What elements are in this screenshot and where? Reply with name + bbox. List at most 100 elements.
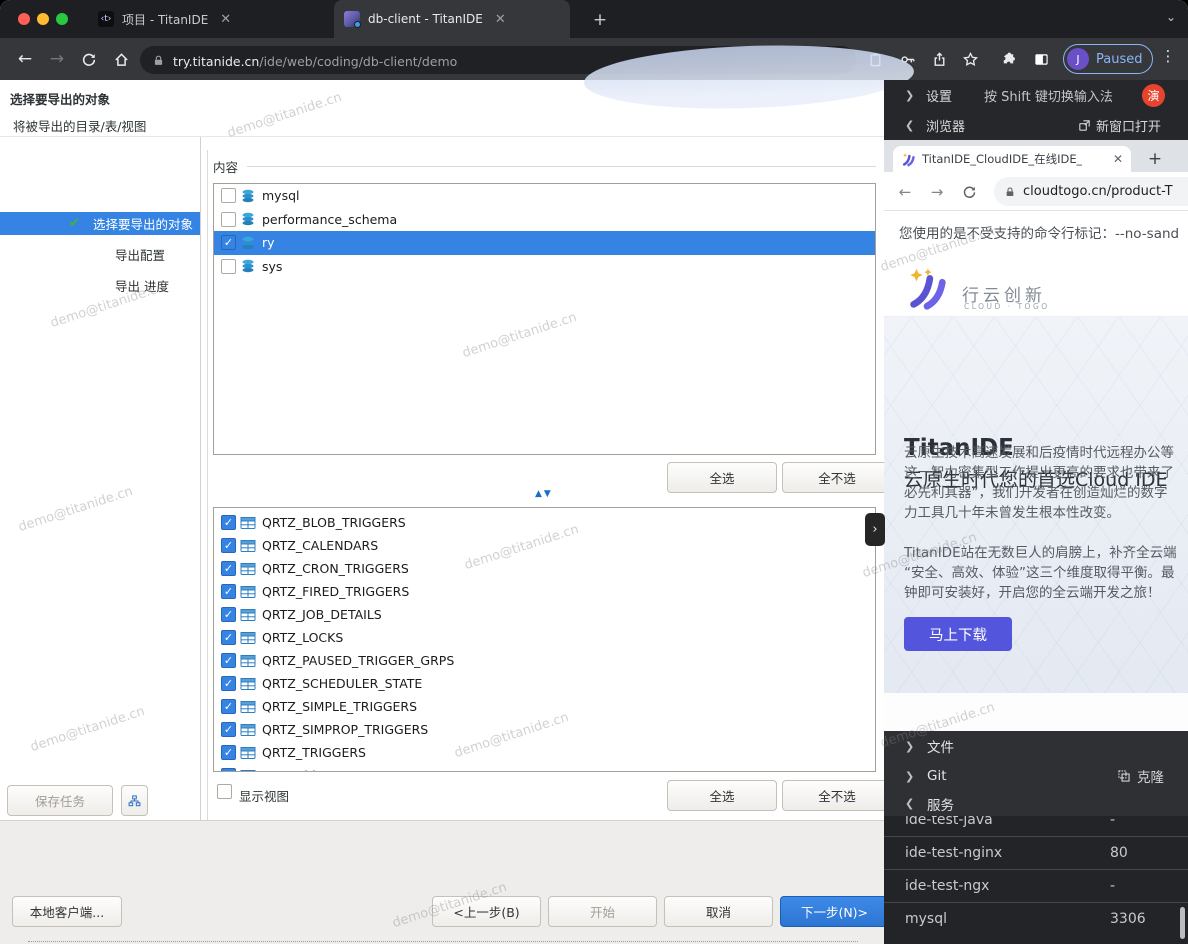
reload-icon[interactable] — [956, 172, 982, 211]
profile-paused-badge[interactable]: J Paused — [1063, 44, 1153, 74]
select-none-button-bottom[interactable]: 全不选 — [782, 780, 892, 811]
table-checkbox[interactable] — [221, 607, 236, 622]
database-checkbox[interactable] — [221, 212, 236, 227]
sort-arrows-icon[interactable]: ▲▼ — [535, 489, 553, 499]
table-checkbox[interactable] — [221, 699, 236, 714]
table-row[interactable]: QRTZ_SIMPROP_TRIGGERS — [214, 718, 875, 741]
demo-badge[interactable]: 演 — [1142, 84, 1165, 107]
table-checkbox[interactable] — [221, 561, 236, 576]
table-icon — [240, 768, 256, 773]
close-window-button[interactable] — [18, 13, 30, 25]
table-row[interactable]: QRTZ_FIRED_TRIGGERS — [214, 580, 875, 603]
forward-icon[interactable]: → — [924, 172, 950, 211]
browser-menu-icon[interactable]: ⋮ — [1160, 47, 1176, 65]
tab-db-client[interactable]: db-client - TitanIDE ✕ — [334, 0, 570, 38]
panel-expander-handle[interactable]: › — [865, 513, 885, 546]
service-row[interactable]: ide-test-ngx - — [884, 869, 1188, 902]
preview-new-tab-button[interactable]: + — [1142, 146, 1168, 172]
close-icon[interactable]: ✕ — [1113, 152, 1123, 166]
paragraph-line: 钟即可安装好，开启您的全云端开发之旅！ — [904, 581, 1161, 601]
preview-tab-strip: TitanIDE_CloudIDE_在线IDE_ ✕ + — [884, 140, 1188, 172]
wizard-step[interactable]: ✔ 导出配置 — [0, 243, 200, 266]
table-checkbox[interactable] — [221, 745, 236, 760]
home-icon[interactable] — [106, 38, 136, 80]
database-icon — [240, 235, 256, 251]
close-icon[interactable]: ✕ — [495, 12, 506, 27]
download-button[interactable]: 马上下载 — [904, 617, 1012, 651]
table-row[interactable]: QRTZ_SCHEDULER_STATE — [214, 672, 875, 695]
table-checkbox[interactable] — [221, 515, 236, 530]
database-row[interactable]: ry — [214, 231, 875, 255]
maximize-window-button[interactable] — [56, 13, 68, 25]
scrollbar-thumb[interactable] — [1180, 907, 1185, 939]
database-row[interactable]: performance_schema — [214, 208, 875, 232]
table-row[interactable]: gen_table — [214, 764, 875, 772]
table-checkbox[interactable] — [221, 538, 236, 553]
preview-tab[interactable]: TitanIDE_CloudIDE_在线IDE_ ✕ — [893, 146, 1131, 172]
git-section-row[interactable]: ❯ Git 克隆 — [884, 761, 1188, 791]
table-row[interactable]: QRTZ_JOB_DETAILS — [214, 603, 875, 626]
table-row[interactable]: QRTZ_LOCKS — [214, 626, 875, 649]
table-checkbox[interactable] — [221, 584, 236, 599]
back-icon[interactable]: ← — [892, 172, 918, 211]
tab-search-chevron-icon[interactable]: ⌄ — [1166, 10, 1176, 24]
select-all-button-bottom[interactable]: 全选 — [667, 780, 777, 811]
table-checkbox[interactable] — [221, 630, 236, 645]
wizard-step[interactable]: ✔ 选择要导出的对象 — [0, 212, 200, 235]
database-row[interactable]: sys — [214, 255, 875, 279]
preview-address-bar[interactable]: cloudtogo.cn/product-T — [994, 177, 1188, 206]
cancel-button[interactable]: 取消 — [664, 896, 773, 927]
divider — [247, 166, 876, 167]
table-row[interactable]: QRTZ_BLOB_TRIGGERS — [214, 511, 875, 534]
minimize-window-button[interactable] — [37, 13, 49, 25]
service-row[interactable]: mysql 3306 — [884, 902, 1188, 935]
close-icon[interactable]: ✕ — [220, 12, 231, 27]
content-group-label: 内容 — [213, 157, 238, 176]
table-row[interactable]: QRTZ_CALENDARS — [214, 534, 875, 557]
new-tab-button[interactable]: + — [588, 8, 612, 32]
show-views-checkbox[interactable] — [217, 784, 232, 799]
forward-icon[interactable]: → — [42, 38, 72, 80]
services-section-row[interactable]: ❮ 服务 — [884, 791, 1188, 816]
next-step-button[interactable]: 下一步(N)> — [780, 896, 889, 927]
wizard-step[interactable]: ✔ 导出 进度 — [0, 274, 200, 297]
table-row[interactable]: QRTZ_SIMPLE_TRIGGERS — [214, 695, 875, 718]
open-new-window-button[interactable]: 新窗口打开 — [1078, 116, 1161, 135]
table-icon — [240, 584, 256, 600]
side-panel-icon[interactable] — [1033, 51, 1050, 68]
table-checkbox[interactable] — [221, 653, 236, 668]
save-task-button[interactable]: 保存任务 — [7, 785, 113, 816]
start-button[interactable]: 开始 — [548, 896, 657, 927]
database-checkbox[interactable] — [221, 259, 236, 274]
database-row[interactable]: mysql — [214, 184, 875, 208]
git-clone-button[interactable]: 克隆 — [1117, 766, 1164, 786]
database-checkbox[interactable] — [221, 188, 236, 203]
preview-tab-title: TitanIDE_CloudIDE_在线IDE_ — [922, 151, 1082, 167]
back-icon[interactable]: ← — [10, 38, 40, 80]
tab-project[interactable]: ‹t› 项目 - TitanIDE ✕ — [88, 0, 332, 38]
step-label: 选择要导出的对象 — [93, 214, 193, 233]
select-all-button-top[interactable]: 全选 — [667, 462, 777, 493]
bookmark-star-icon[interactable] — [962, 51, 979, 68]
tab-title: db-client - TitanIDE — [368, 12, 483, 26]
table-checkbox[interactable] — [221, 676, 236, 691]
table-row[interactable]: QRTZ_CRON_TRIGGERS — [214, 557, 875, 580]
extensions-puzzle-icon[interactable] — [1000, 51, 1017, 68]
ide-side-panel: ❯ 设置 按 Shift 键切换输入法 演 ❮ 浏览器 新窗口打开 TitanI… — [884, 80, 1188, 944]
table-row[interactable]: QRTZ_TRIGGERS — [214, 741, 875, 764]
table-checkbox[interactable] — [221, 722, 236, 737]
table-checkbox[interactable] — [221, 768, 236, 772]
settings-section-row[interactable]: ❯ 设置 按 Shift 键切换输入法 演 — [884, 80, 1188, 110]
local-client-button[interactable]: 本地客户端... — [12, 896, 122, 927]
database-checkbox[interactable] — [221, 235, 236, 250]
service-name: mysql — [905, 911, 947, 927]
files-section-row[interactable]: ❯ 文件 — [884, 731, 1188, 761]
reload-icon[interactable] — [74, 38, 104, 80]
service-row[interactable]: ide-test-nginx 80 — [884, 836, 1188, 869]
back-step-button[interactable]: <上一步(B) — [432, 896, 541, 927]
browser-section-row[interactable]: ❮ 浏览器 新窗口打开 — [884, 110, 1188, 140]
share-icon[interactable] — [931, 51, 948, 68]
schema-tree-button[interactable] — [121, 785, 148, 816]
table-row[interactable]: QRTZ_PAUSED_TRIGGER_GRPS — [214, 649, 875, 672]
select-none-button-top[interactable]: 全不选 — [782, 462, 892, 493]
